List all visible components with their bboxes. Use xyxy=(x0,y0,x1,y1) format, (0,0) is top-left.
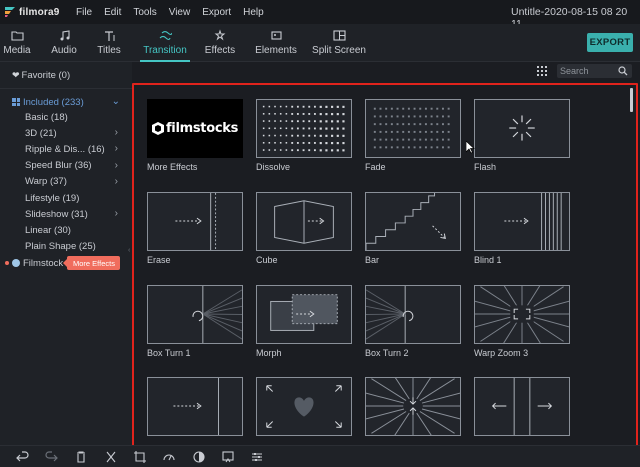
undo-icon[interactable] xyxy=(16,450,30,464)
app-logo-text: filmora9 xyxy=(19,6,60,18)
chevron-right-icon[interactable]: › xyxy=(115,176,118,187)
sidebar-item-basic-18[interactable]: Basic (18) xyxy=(0,110,132,124)
sidebar-item-plain-shape-25[interactable]: Plain Shape (25) xyxy=(0,240,132,254)
split-screen-icon xyxy=(332,30,346,41)
tab-split-screen[interactable]: Split Screen xyxy=(312,24,366,62)
chevron-right-icon[interactable]: › xyxy=(115,127,118,138)
sidebar-item-favorite[interactable]: ❤ Favorite (0) xyxy=(0,68,132,82)
scrollbar[interactable] xyxy=(629,86,634,441)
heart-icon: ❤ xyxy=(12,69,20,80)
sidebar-item-label: Speed Blur (36) xyxy=(25,160,92,172)
delete-icon[interactable] xyxy=(74,450,88,464)
green-screen-icon[interactable] xyxy=(221,450,235,464)
color-icon[interactable] xyxy=(192,450,206,464)
tab-media[interactable]: Media xyxy=(2,24,32,62)
app-logo: filmora9 xyxy=(0,0,70,24)
export-button[interactable]: EXPORT xyxy=(587,33,633,52)
menu-item-export[interactable]: Export xyxy=(196,7,237,18)
sidebar-item-ripple-dis-16[interactable]: Ripple & Dis... (16) › xyxy=(0,142,132,156)
text-icon xyxy=(104,31,114,41)
tab-label: Split Screen xyxy=(312,45,366,56)
tab-label: Titles xyxy=(97,45,121,56)
chevron-down-icon[interactable]: ⌄ xyxy=(112,96,120,107)
sidebar-item-3d-21[interactable]: 3D (21) › xyxy=(0,126,132,140)
music-note-icon xyxy=(60,30,70,41)
tab-label: Media xyxy=(3,45,31,56)
elements-icon xyxy=(270,31,282,40)
menu-item-tools[interactable]: Tools xyxy=(127,7,162,18)
mouse-cursor-icon xyxy=(466,141,475,154)
tab-bar: EXPORT Media Audio Titles Transition Effects… xyxy=(0,24,640,62)
sidebar-item-label: 3D (21) xyxy=(25,127,57,139)
timeline-toolbar xyxy=(0,445,640,467)
tab-audio[interactable]: Audio xyxy=(48,24,80,62)
tab-label: Audio xyxy=(51,45,77,56)
crop-icon[interactable] xyxy=(133,450,147,464)
sidebar-divider xyxy=(0,88,132,89)
collapse-sidebar-icon[interactable]: ‹ xyxy=(128,247,130,254)
menu-item-help[interactable]: Help xyxy=(237,7,270,18)
search-box xyxy=(557,64,632,78)
search-input[interactable] xyxy=(560,65,614,77)
chevron-right-icon[interactable]: › xyxy=(115,160,118,171)
sidebar: ❤ Favorite (0) Included (233) ⌄ Basic (1… xyxy=(0,62,132,445)
sidebar-item-label: Plain Shape (25) xyxy=(25,241,96,253)
tab-effects[interactable]: Effects xyxy=(202,24,238,62)
tab-label: Elements xyxy=(255,45,297,56)
menu-item-view[interactable]: View xyxy=(163,7,197,18)
tab-label: Effects xyxy=(204,45,236,56)
sidebar-item-warp-37[interactable]: Warp (37) › xyxy=(0,175,132,189)
menu-bar: filmora9 File Edit Tools View Export Help Unt… xyxy=(0,0,640,30)
sidebar-item-included[interactable]: Included (233) ⌄ xyxy=(0,95,132,109)
sidebar-item-lifestyle-19[interactable]: Lifestyle (19) xyxy=(0,191,132,205)
redo-icon[interactable] xyxy=(44,450,58,464)
more-effects-badge[interactable]: More Effects xyxy=(63,256,120,270)
transition-library: filmstocksMore EffectsDissolveFadeFlashE… xyxy=(132,62,640,447)
tab-transition[interactable]: Transition xyxy=(140,24,190,62)
menu-item-file[interactable]: File xyxy=(70,7,98,18)
filmstock-icon xyxy=(12,259,20,267)
tab-titles[interactable]: Titles xyxy=(92,24,126,62)
sidebar-item-label: Lifestyle (19) xyxy=(25,192,80,204)
search-icon[interactable] xyxy=(618,66,628,76)
sidebar-item-label: Ripple & Dis... (16) xyxy=(25,143,105,155)
menu-item-edit[interactable]: Edit xyxy=(98,7,127,18)
sidebar-item-linear-30[interactable]: Linear (30) xyxy=(0,223,132,237)
cut-icon[interactable] xyxy=(104,450,118,464)
audio-mixer-icon[interactable] xyxy=(250,450,264,464)
sidebar-item-label: Slideshow (31) xyxy=(25,208,88,220)
grid-view-icon[interactable] xyxy=(537,66,547,76)
sidebar-item-label: Included (233) xyxy=(23,96,84,108)
folder-icon xyxy=(10,31,24,41)
filmora-logo-icon xyxy=(5,7,15,17)
sidebar-item-label: Warp (37) xyxy=(25,176,67,188)
tab-elements[interactable]: Elements xyxy=(254,24,298,62)
sidebar-item-label: Linear (30) xyxy=(25,224,71,236)
selection-highlight xyxy=(132,83,638,447)
effects-icon xyxy=(214,29,225,41)
chevron-right-icon[interactable]: › xyxy=(115,143,118,154)
grid-icon xyxy=(12,98,20,106)
sidebar-item-label: Filmstock xyxy=(23,257,64,269)
sidebar-item-label: Favorite (0) xyxy=(21,69,71,81)
chevron-right-icon[interactable]: › xyxy=(115,208,118,219)
sidebar-item-speed-blur-36[interactable]: Speed Blur (36) › xyxy=(0,159,132,173)
sidebar-item-label: Basic (18) xyxy=(25,111,68,123)
tab-label: Transition xyxy=(143,45,187,56)
scrollbar-thumb[interactable] xyxy=(630,88,633,112)
search-row xyxy=(132,62,640,80)
notification-dot-icon xyxy=(5,261,9,265)
sidebar-item-slideshow-31[interactable]: Slideshow (31) › xyxy=(0,207,132,221)
speed-icon[interactable] xyxy=(162,450,176,464)
transition-icon xyxy=(159,30,172,41)
